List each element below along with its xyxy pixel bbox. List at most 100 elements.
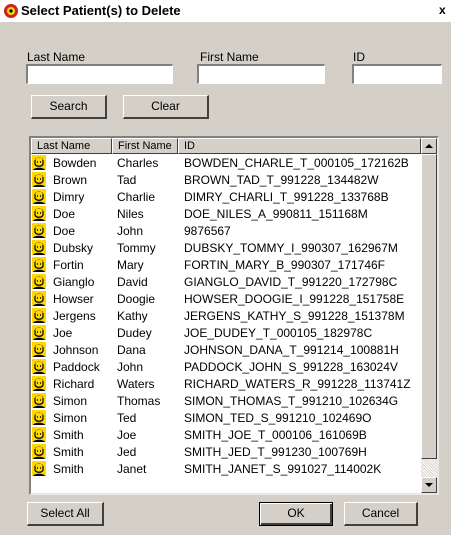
cell-last-name: Dubsky — [53, 241, 94, 255]
patient-list[interactable]: Last Name First Name ID Bowden Charles BOW… — [29, 136, 439, 495]
clear-button[interactable]: Clear — [123, 95, 209, 119]
column-header-last-name[interactable]: Last Name — [31, 138, 112, 154]
cell-last-name: Simon — [53, 411, 88, 425]
cell-last-name: Doe — [53, 224, 76, 238]
vertical-scrollbar[interactable] — [421, 138, 437, 493]
cell-first-name: Doogie — [117, 292, 156, 306]
list-item[interactable]: Brown Tad BROWN_TAD_T_991228_134482W — [31, 171, 421, 188]
cell-id: PADDOCK_JOHN_S_991228_163024V — [184, 360, 398, 374]
list-item[interactable]: Smith Joe SMITH_JOE_T_000106_161069B — [31, 426, 421, 443]
list-item[interactable]: Doe John 9876567 — [31, 222, 421, 239]
list-item[interactable]: Jergens Kathy JERGENS_KATHY_S_991228_15137… — [31, 307, 421, 324]
cell-id: SIMON_TED_S_991210_102469O — [184, 411, 372, 425]
patient-icon — [32, 393, 46, 408]
cell-first-name: John — [117, 224, 144, 238]
cell-first-name: David — [117, 275, 148, 289]
patient-icon — [32, 325, 46, 340]
list-item[interactable]: Joe Dudey JOE_DUDEY_T_000105_182978C — [31, 324, 421, 341]
cell-first-name: Dudey — [117, 326, 152, 340]
patient-icon — [32, 342, 46, 357]
select-all-button[interactable]: Select All — [27, 502, 104, 526]
list-item[interactable]: Howser Doogie HOWSER_DOOGIE_I_991228_15175… — [31, 290, 421, 307]
list-item[interactable]: Fortin Mary FORTIN_MARY_B_990307_171746F — [31, 256, 421, 273]
list-item[interactable]: Richard Waters RICHARD_WATERS_R_991228_113… — [31, 375, 421, 392]
list-item[interactable]: Simon Thomas SIMON_THOMAS_T_991210_102634G — [31, 392, 421, 409]
cell-id: 9876567 — [184, 224, 231, 238]
patient-icon — [32, 461, 46, 476]
list-item[interactable]: Smith Jed SMITH_JED_T_991230_100769H — [31, 443, 421, 460]
list-item[interactable]: Simon Ted SIMON_TED_S_991210_102469O — [31, 409, 421, 426]
list-header: Last Name First Name ID — [31, 138, 421, 154]
last-name-label: Last Name — [27, 50, 86, 64]
patient-icon — [32, 257, 46, 272]
scroll-thumb[interactable] — [421, 154, 437, 459]
cell-first-name: John — [117, 360, 144, 374]
patient-icon — [32, 376, 46, 391]
column-header-id[interactable]: ID — [178, 138, 421, 154]
cell-first-name: Mary — [117, 258, 144, 272]
close-button[interactable]: x — [439, 3, 451, 17]
cell-first-name: Janet — [117, 462, 147, 476]
list-item[interactable]: Dimry Charlie DIMRY_CHARLI_T_991228_133768… — [31, 188, 421, 205]
scroll-up-button[interactable] — [421, 138, 437, 154]
cell-id: BOWDEN_CHARLE_T_000105_172162B — [184, 156, 409, 170]
cell-id: JOE_DUDEY_T_000105_182978C — [184, 326, 373, 340]
cell-first-name: Jed — [117, 445, 137, 459]
cell-first-name: Thomas — [117, 394, 161, 408]
window-title: Select Patient(s) to Delete — [21, 3, 181, 18]
cell-first-name: Niles — [117, 207, 144, 221]
title-bar: Select Patient(s) to Delete x — [0, 0, 451, 22]
cell-last-name: Paddock — [53, 360, 100, 374]
cell-last-name: Jergens — [53, 309, 96, 323]
cancel-button[interactable]: Cancel — [344, 502, 418, 526]
arrow-down-icon — [425, 483, 433, 487]
cell-last-name: Johnson — [53, 343, 99, 357]
cell-first-name: Kathy — [117, 309, 148, 323]
list-item[interactable]: Gianglo David GIANGLO_DAVID_T_991220_17279… — [31, 273, 421, 290]
list-item[interactable]: Doe Niles DOE_NILES_A_990811_151168M — [31, 205, 421, 222]
cell-id: SMITH_JED_T_991230_100769H — [184, 445, 367, 459]
first-name-input[interactable] — [197, 64, 325, 84]
patient-icon — [32, 223, 46, 238]
scroll-down-button[interactable] — [421, 477, 437, 493]
cell-id: SMITH_JOE_T_000106_161069B — [184, 428, 367, 442]
cell-last-name: Howser — [53, 292, 94, 306]
list-item[interactable]: Bowden Charles BOWDEN_CHARLE_T_000105_1721… — [31, 154, 421, 171]
list-item[interactable]: Johnson Dana JOHNSON_DANA_T_991214_100881H — [31, 341, 421, 358]
cell-id: BROWN_TAD_T_991228_134482W — [184, 173, 379, 187]
list-item[interactable]: Smith Janet SMITH_JANET_S_991027_114002K — [31, 460, 421, 477]
cell-id: FORTIN_MARY_B_990307_171746F — [184, 258, 386, 272]
cell-last-name: Simon — [53, 394, 88, 408]
last-name-input[interactable] — [26, 64, 173, 84]
cell-last-name: Smith — [53, 445, 84, 459]
id-input[interactable] — [352, 64, 442, 84]
first-name-label: First Name — [200, 50, 259, 64]
cell-id: SMITH_JANET_S_991027_114002K — [184, 462, 382, 476]
list-item[interactable]: Paddock John PADDOCK_JOHN_S_991228_163024V — [31, 358, 421, 375]
cell-id: JOHNSON_DANA_T_991214_100881H — [184, 343, 399, 357]
arrow-up-icon — [425, 144, 433, 148]
cell-first-name: Tommy — [117, 241, 156, 255]
cell-id: DUBSKY_TOMMY_I_990307_162967M — [184, 241, 398, 255]
patient-icon — [32, 444, 46, 459]
cell-first-name: Dana — [117, 343, 146, 357]
cell-id: DOE_NILES_A_990811_151168M — [184, 207, 368, 221]
search-button[interactable]: Search — [31, 95, 107, 119]
patient-icon — [32, 291, 46, 306]
cell-first-name: Tad — [117, 173, 137, 187]
list-item[interactable]: Dubsky Tommy DUBSKY_TOMMY_I_990307_162967M — [31, 239, 421, 256]
cell-last-name: Brown — [53, 173, 88, 187]
cell-first-name: Charlie — [117, 190, 156, 204]
patient-icon — [32, 308, 46, 323]
column-header-first-name[interactable]: First Name — [112, 138, 178, 154]
patient-icon — [32, 172, 46, 187]
cell-first-name: Charles — [117, 156, 159, 170]
cell-id: GIANGLO_DAVID_T_991220_172798C — [184, 275, 398, 289]
cell-last-name: Smith — [53, 462, 84, 476]
cell-last-name: Dimry — [53, 190, 85, 204]
id-label: ID — [353, 50, 365, 64]
ok-button[interactable]: OK — [259, 502, 333, 526]
cell-last-name: Smith — [53, 428, 84, 442]
patient-icon — [32, 410, 46, 425]
patient-app-icon — [4, 4, 18, 18]
